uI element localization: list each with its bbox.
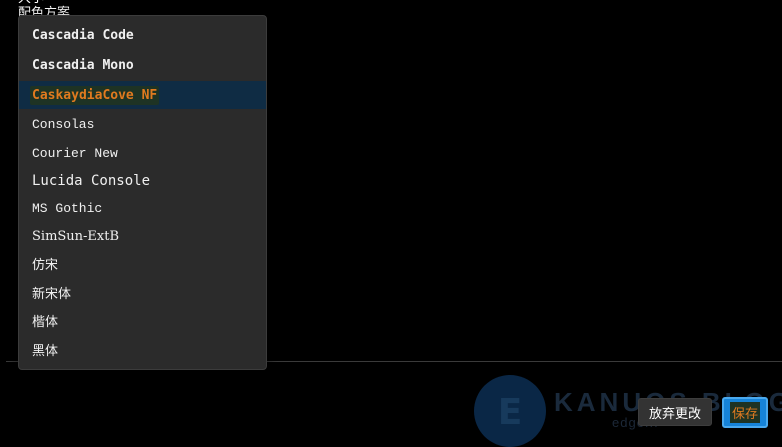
font-option-label: 新宋体 [32, 286, 72, 302]
watermark-logo: E [474, 375, 546, 447]
font-option-kaiti[interactable]: 楷体 [19, 306, 266, 334]
font-option-label: SimSun-ExtB [32, 228, 120, 244]
font-option-simsun-extb[interactable]: SimSun-ExtB [19, 222, 266, 250]
font-option-label: Cascadia Code [32, 27, 134, 43]
font-option-label: Consolas [32, 116, 95, 132]
font-option-lucida-console[interactable]: Lucida Console [19, 167, 266, 195]
font-option-courier-new[interactable]: Courier New [19, 139, 266, 167]
font-option-cascadia-code[interactable]: Cascadia Code [19, 21, 266, 49]
font-option-caskaydiacove-nf[interactable]: CaskaydiaCove NF [19, 81, 266, 109]
font-option-label: 黑体 [32, 343, 59, 359]
font-option-label: 仿宋 [32, 257, 59, 273]
font-option-label: 楷体 [32, 314, 59, 330]
watermark-logo-icon: E [498, 392, 523, 433]
font-option-label: Courier New [32, 145, 118, 161]
svg-text:E: E [498, 392, 523, 433]
font-option-label: MS Gothic [32, 200, 103, 216]
font-option-label: Cascadia Mono [32, 57, 134, 73]
font-option-heiti[interactable]: 黑体 [19, 335, 266, 363]
font-option-consolas[interactable]: Consolas [19, 110, 266, 138]
save-button[interactable]: 保存 [722, 397, 768, 428]
font-face-dropdown-list[interactable]: Cascadia Code Cascadia Mono CaskaydiaCov… [18, 15, 267, 370]
font-option-nsimsun[interactable]: 新宋体 [19, 278, 266, 306]
discard-changes-button[interactable]: 放弃更改 [638, 398, 712, 426]
font-option-label-selected: CaskaydiaCove NF [30, 85, 160, 105]
font-option-ms-gothic[interactable]: MS Gothic [19, 194, 266, 222]
font-option-label: Lucida Console [32, 173, 151, 189]
font-option-cascadia-mono[interactable]: Cascadia Mono [19, 51, 266, 79]
font-option-fangsong[interactable]: 仿宋 [19, 249, 266, 277]
save-button-label: 保存 [729, 402, 760, 423]
